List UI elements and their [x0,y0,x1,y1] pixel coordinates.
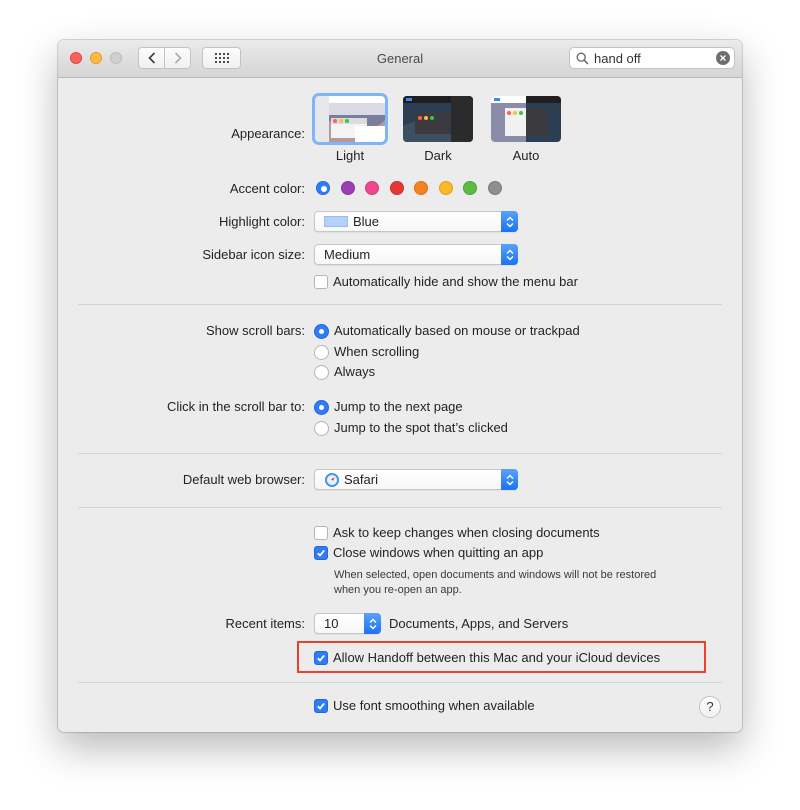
appearance-label: Appearance: [231,126,305,141]
accent-color-swatch-1[interactable] [340,181,355,195]
scrollbars-automatic-radio[interactable] [314,324,329,339]
font-smoothing-checkbox[interactable] [314,699,328,713]
accent-color-swatch-3[interactable] [389,181,404,195]
click-spot-radio[interactable] [314,421,329,436]
sidebar-icon-size-value: Medium [324,247,371,262]
appearance-light-label: Light [335,148,365,163]
separator [78,453,722,454]
click-scroll-bar-label: Click in the scroll bar to: [167,399,305,414]
separator [78,682,722,683]
close-windows-label: Close windows when quitting an app [333,545,544,560]
appearance-light-thumbnail[interactable] [315,96,385,142]
default-browser-value: Safari [344,472,378,487]
sidebar-icon-size-label: Sidebar icon size: [202,247,305,262]
highlight-color-swatch [324,216,348,227]
separator [78,507,722,508]
click-next-page-radio[interactable] [314,400,329,415]
click-next-page-label: Jump to the next page [334,399,463,414]
recent-items-value: 10 [324,616,339,631]
show-scroll-bars-label: Show scroll bars: [206,323,305,338]
highlight-color-value: Blue [353,214,380,229]
handoff-checkbox[interactable] [314,651,328,665]
accent-color-label: Accent color: [229,181,305,196]
font-smoothing-label: Use font smoothing when available [333,698,535,713]
recent-items-stepper[interactable] [364,613,381,634]
popup-arrows-icon [501,211,518,232]
checkmark-icon [317,702,325,710]
close-windows-checkbox[interactable] [314,546,328,560]
recent-items-label: Recent items: [225,616,305,631]
clear-search-icon[interactable] [716,51,730,65]
menubar-autohide-label: Automatically hide and show the menu bar [333,274,578,289]
close-windows-note-line2: when you re-open an app. [334,584,462,596]
scrollbars-when-scrolling-label: When scrolling [334,344,420,359]
preferences-window: General Appearance: [58,40,742,732]
popup-arrows-icon [501,244,518,265]
scrollbars-automatic-label: Automatically based on mouse or trackpad [334,323,580,338]
separator [78,304,722,305]
scrollbars-when-scrolling-radio[interactable] [314,345,329,360]
accent-color-swatch-0[interactable] [316,181,330,195]
help-button[interactable]: ? [699,696,721,718]
title-bar: General [58,40,742,78]
search-field[interactable] [569,47,735,69]
sidebar-icon-size-popup[interactable]: Medium [314,244,518,265]
search-input[interactable] [594,51,714,66]
stepper-arrows-icon [369,618,376,629]
accent-color-swatch-4[interactable] [414,181,428,195]
accent-color-swatch-2[interactable] [365,181,379,195]
scrollbars-always-label: Always [334,364,376,379]
default-browser-label: Default web browser: [182,472,305,487]
checkmark-icon [317,654,325,662]
ask-keep-changes-label: Ask to keep changes when closing documen… [333,525,600,540]
accent-color-swatch-5[interactable] [438,181,453,195]
accent-color-swatch-7[interactable] [487,181,502,195]
highlight-color-popup[interactable]: Blue [314,211,518,232]
safari-icon [325,473,339,487]
recent-items-suffix: Documents, Apps, and Servers [389,616,569,631]
default-browser-popup[interactable]: Safari [314,469,518,490]
ask-keep-changes-checkbox[interactable] [314,526,328,540]
appearance-auto-thumbnail[interactable] [491,96,561,142]
menubar-autohide-checkbox[interactable] [314,275,328,289]
click-spot-label: Jump to the spot that’s clicked [334,420,508,435]
appearance-dark-thumbnail[interactable] [403,96,473,142]
search-icon [576,52,589,65]
handoff-label: Allow Handoff between this Mac and your … [333,650,661,665]
highlight-color-label: Highlight color: [219,214,305,229]
popup-arrows-icon [501,469,518,490]
checkmark-icon [317,549,325,557]
close-windows-note: When selected, open documents and window… [334,568,714,598]
close-windows-note-line1: When selected, open documents and window… [334,569,657,581]
appearance-auto-label: Auto [512,148,540,163]
appearance-dark-label: Dark [424,148,452,163]
accent-color-swatch-6[interactable] [463,181,477,195]
scrollbars-always-radio[interactable] [314,365,329,380]
